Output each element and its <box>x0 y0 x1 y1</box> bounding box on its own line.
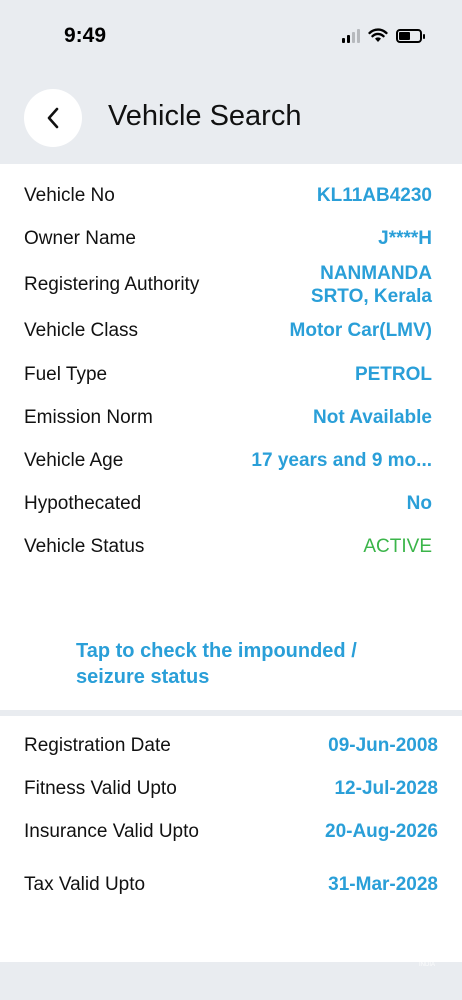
wifi-icon <box>368 28 388 42</box>
detail-row-owner-name: Owner Name J****H <box>24 227 432 251</box>
detail-value: No <box>406 493 432 514</box>
validity-label: Tax Valid Upto <box>24 874 146 895</box>
status-badge: ACTIVE <box>363 536 432 557</box>
detail-label: Vehicle Status <box>24 536 145 557</box>
status-icons <box>342 28 425 43</box>
detail-row-hypothecated: Hypothecated No <box>24 492 432 516</box>
detail-label: Vehicle Class <box>24 320 139 341</box>
detail-label: Hypothecated <box>24 493 142 514</box>
validity-label: Insurance Valid Upto <box>24 821 199 842</box>
vehicle-details-card: Vehicle No KL11AB4230 Owner Name J****H … <box>0 164 462 710</box>
validity-label: Fitness Valid Upto <box>24 778 177 799</box>
validity-row-insurance: Insurance Valid Upto 20-Aug-2026 <box>24 820 438 844</box>
cellular-signal-icon <box>342 28 360 43</box>
detail-value: KL11AB4230 <box>316 185 432 206</box>
detail-label: Owner Name <box>24 228 136 249</box>
validity-row-tax: Tax Valid Upto 31-Mar-2028 <box>24 873 438 897</box>
watermark-logo: olx <box>360 921 419 965</box>
detail-value: NANMANDA SRTO, Kerala <box>310 263 432 307</box>
detail-row-vehicle-status: Vehicle Status ACTIVE <box>24 535 432 559</box>
detail-row-registering-authority: Registering Authority NANMANDA SRTO, Ker… <box>24 261 432 309</box>
olx-watermark: olx INDIA <box>345 921 435 972</box>
chevron-left-icon <box>47 107 59 129</box>
detail-value: 17 years and 9 mo... <box>251 450 432 471</box>
detail-row-fuel-type: Fuel Type PETROL <box>24 363 432 387</box>
battery-icon <box>396 28 425 43</box>
validity-value: 09-Jun-2008 <box>328 735 438 756</box>
status-bar: 9:49 <box>0 0 462 72</box>
detail-label: Fuel Type <box>24 364 108 385</box>
detail-value: Motor Car(LMV) <box>289 320 432 341</box>
watermark-subtext: INDIA <box>418 962 435 968</box>
back-button[interactable] <box>24 89 82 147</box>
detail-value: Not Available <box>313 407 432 428</box>
detail-label: Vehicle No <box>24 185 115 206</box>
validity-row-registration-date: Registration Date 09-Jun-2008 <box>24 734 438 758</box>
validity-label: Registration Date <box>24 735 171 756</box>
validity-row-fitness: Fitness Valid Upto 12-Jul-2028 <box>24 777 438 801</box>
header: Vehicle Search <box>0 72 462 164</box>
detail-row-vehicle-no: Vehicle No KL11AB4230 <box>24 184 432 208</box>
detail-label: Vehicle Age <box>24 450 124 471</box>
detail-label: Registering Authority <box>24 274 200 295</box>
detail-value: J****H <box>378 228 432 249</box>
detail-value: PETROL <box>354 364 432 385</box>
status-time: 9:49 <box>64 24 107 47</box>
detail-row-vehicle-age: Vehicle Age 17 years and 9 mo... <box>24 449 432 473</box>
detail-row-emission-norm: Emission Norm Not Available <box>24 406 432 430</box>
validity-value: 12-Jul-2028 <box>334 778 438 799</box>
detail-row-vehicle-class: Vehicle Class Motor Car(LMV) <box>24 319 432 343</box>
page-title: Vehicle Search <box>108 100 302 132</box>
validity-value: 20-Aug-2026 <box>325 821 438 842</box>
detail-label: Emission Norm <box>24 407 153 428</box>
impound-status-link[interactable]: Tap to check the impounded / seizure sta… <box>76 638 416 690</box>
validity-value: 31-Mar-2028 <box>328 874 438 895</box>
